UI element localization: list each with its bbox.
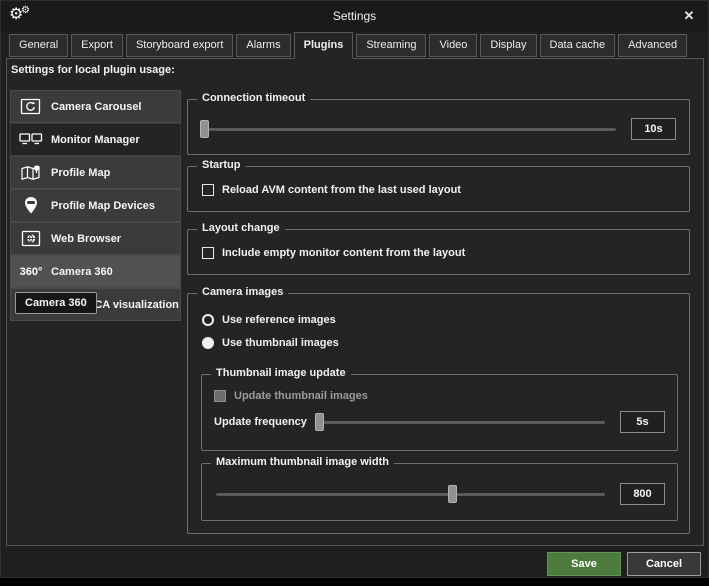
group-layout-change: Layout change Include empty monitor cont… (187, 229, 690, 275)
sidebar-item-monitor-manager[interactable]: Monitor Manager (10, 123, 181, 156)
max-thumbnail-width-slider[interactable] (214, 483, 607, 505)
sidebar-item-web-browser[interactable]: Web Browser (10, 222, 181, 255)
group-title: Camera images (197, 286, 288, 298)
tab-advanced[interactable]: Advanced (618, 34, 687, 57)
group-max-thumbnail-width: Maximum thumbnail image width 800 (201, 463, 678, 521)
title-bar: ⚙ ⚙ Settings ✕ (1, 1, 708, 31)
max-thumbnail-width-value[interactable]: 800 (620, 483, 665, 505)
sidebar-item-camera-carousel[interactable]: Camera Carousel (10, 90, 181, 123)
tab-display[interactable]: Display (480, 34, 536, 57)
tab-bar: General Export Storyboard export Alarms … (9, 32, 690, 59)
radio-label: Use thumbnail images (222, 337, 339, 349)
update-thumbnail-images-checkbox (214, 390, 226, 402)
checkbox-label: Include empty monitor content from the l… (222, 247, 465, 259)
group-title: Layout change (197, 222, 285, 234)
sidebar-item-label: Monitor Manager (51, 134, 140, 146)
tab-plugins[interactable]: Plugins (294, 32, 354, 59)
sidebar-item-label: VCA visualization (87, 299, 179, 311)
sidebar-item-label: Camera Carousel (51, 101, 142, 113)
group-connection-timeout: Connection timeout 10s (187, 99, 690, 155)
page-heading: Settings for local plugin usage: (11, 64, 175, 76)
tooltip-camera-360: Camera 360 (15, 292, 97, 314)
cancel-button[interactable]: Cancel (627, 552, 701, 576)
tab-streaming[interactable]: Streaming (356, 34, 426, 57)
settings-window: ⚙ ⚙ Settings ✕ General Export Storyboard… (0, 0, 709, 578)
window-title: Settings (1, 9, 708, 23)
camera-carousel-icon (11, 98, 51, 115)
monitor-manager-icon (11, 131, 51, 148)
slider-handle[interactable] (200, 120, 209, 138)
plugins-tab-page: Settings for local plugin usage: Camera … (6, 58, 704, 546)
sidebar-item-camera-360[interactable]: 360° Camera 360 (10, 255, 181, 288)
profile-map-icon (11, 164, 51, 182)
slider-track[interactable] (204, 128, 616, 131)
update-frequency-label: Update frequency (214, 416, 314, 428)
slider-track[interactable] (316, 421, 605, 424)
group-camera-images: Camera images Use reference images Use t… (187, 293, 690, 534)
connection-timeout-value[interactable]: 10s (631, 118, 676, 140)
group-title: Connection timeout (197, 92, 310, 104)
slider-track[interactable] (216, 493, 605, 496)
checkbox-label: Reload AVM content from the last used la… (222, 184, 461, 196)
tab-data-cache[interactable]: Data cache (540, 34, 616, 57)
group-title: Startup (197, 159, 246, 171)
screen: ⚙ ⚙ Settings ✕ General Export Storyboard… (0, 0, 709, 586)
use-thumbnail-images-radio[interactable] (202, 337, 214, 349)
sidebar-item-profile-map-devices[interactable]: Profile Map Devices (10, 189, 181, 222)
reload-avm-checkbox[interactable] (202, 184, 214, 196)
group-startup: Startup Reload AVM content from the last… (187, 166, 690, 212)
sidebar-item-label: Profile Map (51, 167, 110, 179)
include-empty-monitor-checkbox[interactable] (202, 247, 214, 259)
sidebar-item-profile-map[interactable]: Profile Map (10, 156, 181, 189)
camera-360-icon-text: 360° (20, 266, 43, 278)
tab-alarms[interactable]: Alarms (236, 34, 290, 57)
close-icon[interactable]: ✕ (680, 7, 698, 25)
group-thumbnail-image-update: Thumbnail image update Update thumbnail … (201, 374, 678, 451)
update-frequency-value[interactable]: 5s (620, 411, 665, 433)
slider-handle[interactable] (315, 413, 324, 431)
tab-storyboard-export[interactable]: Storyboard export (126, 34, 233, 57)
group-title: Thumbnail image update (211, 367, 351, 379)
tab-video[interactable]: Video (429, 34, 477, 57)
use-reference-images-radio[interactable] (202, 314, 214, 326)
tab-general[interactable]: General (9, 34, 68, 57)
tab-export[interactable]: Export (71, 34, 123, 57)
update-frequency-slider[interactable] (314, 411, 607, 433)
web-browser-icon (11, 230, 51, 247)
group-title: Maximum thumbnail image width (211, 456, 394, 468)
profile-map-devices-icon (11, 196, 51, 215)
sidebar-item-label: Profile Map Devices (51, 200, 155, 212)
sidebar-item-label: Camera 360 (51, 266, 113, 278)
sidebar-item-label: Web Browser (51, 233, 121, 245)
radio-label: Use reference images (222, 314, 336, 326)
save-button[interactable]: Save (547, 552, 621, 576)
connection-timeout-slider[interactable] (202, 118, 618, 140)
camera-360-icon: 360° (11, 266, 51, 278)
checkbox-label: Update thumbnail images (234, 390, 368, 402)
slider-handle[interactable] (448, 485, 457, 503)
